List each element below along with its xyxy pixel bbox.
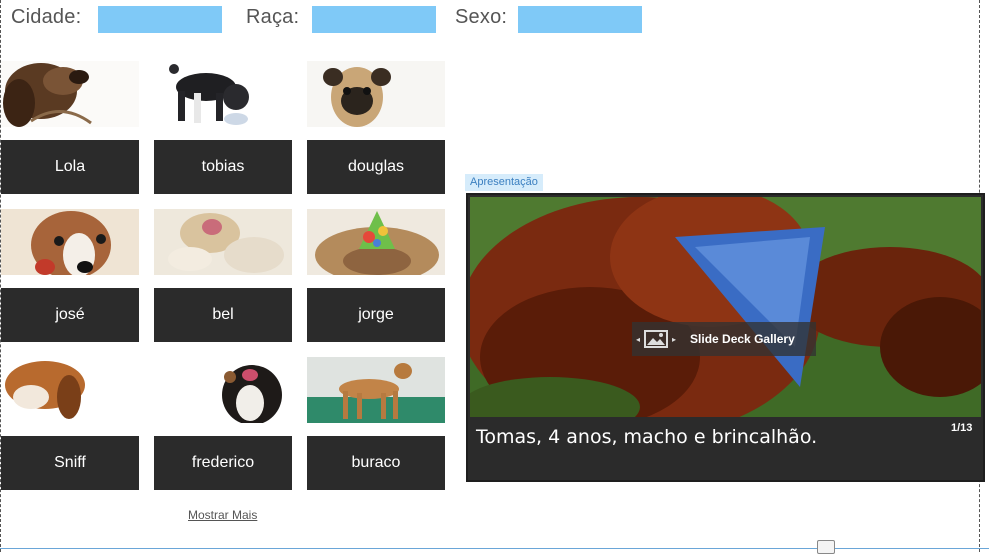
city-input[interactable] [98, 6, 222, 33]
page-frame-bottom [0, 548, 989, 549]
dog-name-button[interactable]: bel [154, 288, 292, 342]
prev-arrow-icon[interactable]: ◂ [636, 335, 640, 344]
dog-photo-jose[interactable] [1, 209, 139, 275]
sex-label: Sexo: [455, 6, 508, 28]
dog-name-button[interactable]: Lola [1, 140, 139, 194]
dog-photo-buraco[interactable] [307, 357, 445, 423]
slide-deck-badge[interactable]: ◂ ▸ Slide Deck Gallery [632, 322, 816, 356]
slideshow-image[interactable] [470, 197, 981, 417]
dog-photo-lola[interactable] [1, 61, 139, 127]
next-arrow-icon[interactable]: ▸ [672, 335, 676, 344]
city-label: Cidade: [11, 6, 82, 28]
dog-name-button[interactable]: douglas [307, 140, 445, 194]
dog-name-button[interactable]: josé [1, 288, 139, 342]
dog-name-button[interactable]: buraco [307, 436, 445, 490]
badge-title: Slide Deck Gallery [690, 332, 795, 346]
dog-photo-sniff[interactable] [1, 357, 139, 423]
show-more-link[interactable]: Mostrar Mais [188, 508, 257, 522]
slideshow-tag: Apresentação [465, 174, 543, 191]
sex-input[interactable] [518, 6, 642, 33]
dog-photo-bel[interactable] [154, 209, 292, 275]
dog-name-button[interactable]: Sniff [1, 436, 139, 490]
slide-caption: Tomas, 4 anos, macho e brincalhão. [476, 426, 818, 448]
breed-label: Raça: [246, 6, 300, 28]
dog-photo-jorge[interactable] [307, 209, 445, 275]
dog-photo-douglas[interactable] [307, 61, 445, 127]
dog-photo-frederico[interactable] [154, 357, 292, 423]
dog-photo-tobias[interactable] [154, 61, 292, 127]
dog-name-button[interactable]: frederico [154, 436, 292, 490]
slide-counter: 1/13 [951, 422, 973, 434]
dog-name-button[interactable]: jorge [307, 288, 445, 342]
dog-name-button[interactable]: tobias [154, 140, 292, 194]
image-icon [644, 330, 669, 348]
breed-input[interactable] [312, 6, 436, 33]
